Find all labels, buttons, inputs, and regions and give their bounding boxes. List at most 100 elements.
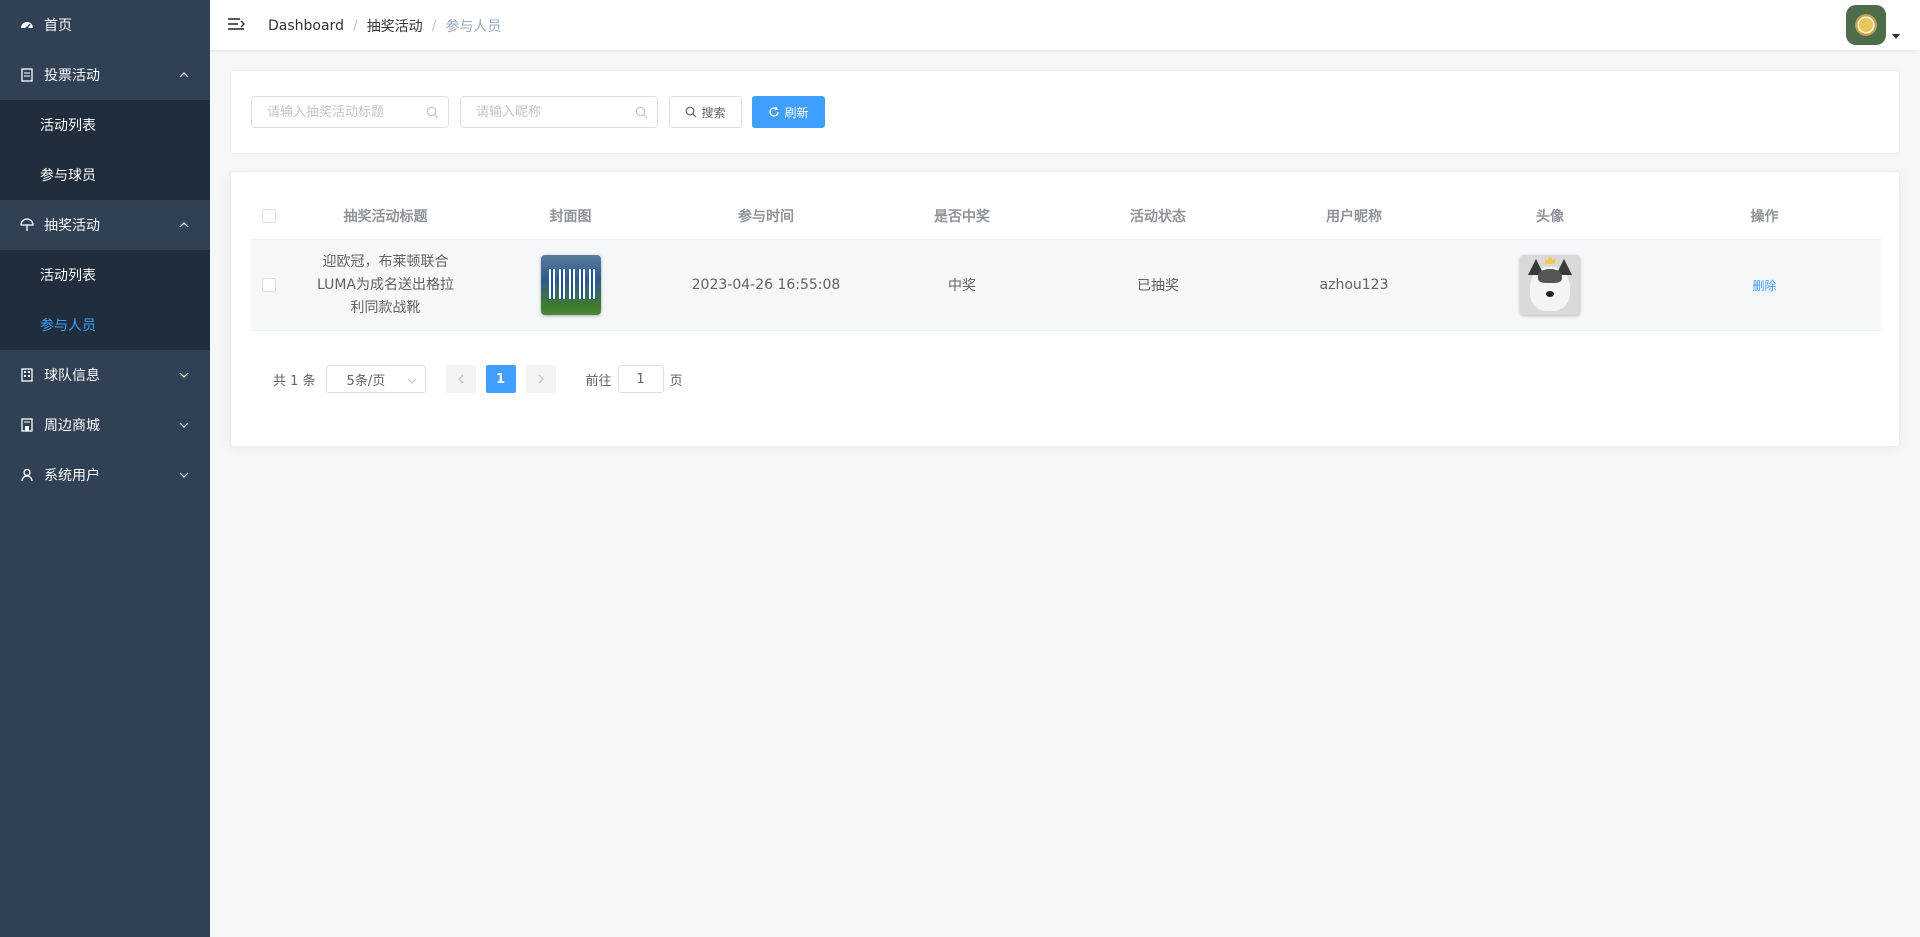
cover-cell (473, 255, 668, 315)
sidebar-item-label: 周边商城 (44, 418, 100, 434)
sidebar-item-label: 投票活动 (44, 68, 100, 84)
title-search-field (251, 96, 449, 128)
chevron-up-icon (178, 219, 190, 231)
sidebar-item-team[interactable]: 球队信息 (0, 350, 210, 400)
breadcrumb-separator: / (431, 18, 437, 34)
activity-status: 已抽奖 (1137, 278, 1179, 294)
sidebar-item-lottery-participants[interactable]: 参与人员 (0, 300, 210, 350)
chevron-down-icon (178, 369, 190, 381)
top-navbar: Dashboard / 抽奖活动 / 参与人员 (210, 0, 1920, 50)
sidebar-item-vote-players[interactable]: 参与球员 (0, 150, 210, 200)
column-header: 头像 (1536, 208, 1564, 225)
search-icon (426, 106, 439, 119)
sidebar-item-home[interactable]: 首页 (0, 0, 210, 50)
search-panel: 搜索 刷新 (230, 70, 1900, 154)
refresh-button[interactable]: 刷新 (752, 96, 825, 128)
search-icon (635, 106, 648, 119)
cover-image[interactable] (540, 255, 601, 315)
nickname-search-field (460, 96, 658, 128)
caret-down-icon (1892, 33, 1900, 39)
page-size-value: 5条/页 (346, 373, 386, 389)
select-all-checkbox[interactable] (262, 208, 276, 223)
breadcrumb-item-lottery[interactable]: 抽奖活动 (367, 16, 423, 36)
sidebar-item-vote-activities[interactable]: 活动列表 (0, 100, 210, 150)
breadcrumb-separator: / (352, 18, 358, 34)
table-panel: 抽奖活动标题 封面图 参与时间 是否中奖 活动状态 用户昵称 头像 操作 迎欧冠… (230, 171, 1900, 447)
breadcrumb-item-current: 参与人员 (445, 19, 502, 35)
avatar[interactable] (1846, 5, 1886, 45)
chevron-down-icon (178, 419, 190, 431)
sidebar-item-label: 抽奖活动 (44, 218, 100, 234)
sidebar-item-lottery-activities[interactable]: 活动列表 (0, 250, 210, 300)
breadcrumb-item-dashboard[interactable]: Dashboard (268, 18, 344, 34)
column-header: 参与时间 (738, 208, 794, 225)
hamburger-icon[interactable] (227, 16, 245, 34)
user-menu[interactable] (1846, 5, 1900, 45)
participants-table: 抽奖活动标题 封面图 参与时间 是否中奖 活动状态 用户昵称 头像 操作 迎欧冠… (251, 192, 1881, 331)
action-cell: 删除 (1648, 277, 1881, 294)
search-button[interactable]: 搜索 (669, 96, 742, 128)
user-icon (20, 468, 34, 482)
pagination: 共 1 条 5条/页 1 前往 页 (273, 365, 683, 393)
search-button-label: 搜索 (701, 105, 726, 120)
page-number-button[interactable]: 1 (485, 365, 516, 393)
refresh-icon (768, 106, 780, 118)
sidebar-item-shop[interactable]: 周边商城 (0, 400, 210, 450)
sidebar: 首页 投票活动 活动列表 参与球员 抽奖活动 活动列表 参与人员 球队信息 周边… (0, 0, 210, 937)
umbrella-icon (20, 218, 34, 232)
nickname-search-input[interactable] (476, 104, 629, 120)
pagination-total: 共 1 条 (273, 373, 316, 389)
chevron-right-icon (538, 374, 544, 384)
sidebar-item-label: 参与人员 (40, 318, 96, 334)
row-checkbox[interactable] (262, 278, 276, 292)
goto-prefix: 前往 (585, 373, 612, 389)
sidebar-item-users[interactable]: 系统用户 (0, 450, 210, 500)
sidebar-item-label: 球队信息 (44, 368, 100, 384)
sidebar-item-label: 参与球员 (40, 168, 96, 184)
shop-icon (20, 418, 34, 432)
page-size-select[interactable]: 5条/页 (325, 365, 426, 393)
activity-title: 迎欧冠，布莱顿联合LUMA为成名送出格拉利同款战靴 (316, 253, 454, 316)
goto-suffix: 页 (669, 373, 683, 389)
prev-page-button[interactable] (445, 365, 476, 393)
participate-time: 2023-04-26 16:55:08 (691, 277, 841, 293)
winner-status: 中奖 (948, 278, 976, 294)
user-nickname: azhou123 (1319, 277, 1389, 293)
building-icon (20, 368, 34, 382)
table-header: 抽奖活动标题 封面图 参与时间 是否中奖 活动状态 用户昵称 头像 操作 (251, 192, 1881, 240)
chevron-down-icon (407, 375, 417, 385)
sidebar-item-label: 系统用户 (44, 468, 100, 484)
page-jumper: 前往 页 (586, 365, 683, 393)
delete-button[interactable]: 删除 (1752, 277, 1776, 294)
refresh-button-label: 刷新 (784, 105, 809, 120)
column-header: 封面图 (549, 208, 592, 225)
sidebar-item-vote[interactable]: 投票活动 (0, 50, 210, 100)
table-row: 迎欧冠，布莱顿联合LUMA为成名送出格拉利同款战靴 2023-04-26 16:… (251, 240, 1881, 331)
submenu-vote: 活动列表 参与球员 (0, 100, 210, 200)
sidebar-item-lottery[interactable]: 抽奖活动 (0, 200, 210, 250)
column-header: 是否中奖 (934, 208, 990, 225)
chevron-down-icon (178, 469, 190, 481)
document-icon (20, 68, 34, 82)
sidebar-item-label: 活动列表 (40, 118, 96, 134)
submenu-lottery: 活动列表 参与人员 (0, 250, 210, 350)
row-select-cell (251, 278, 298, 292)
avatar-cell (1452, 255, 1648, 315)
breadcrumb: Dashboard / 抽奖活动 / 参与人员 (268, 16, 501, 36)
sidebar-item-label: 首页 (44, 18, 72, 34)
search-icon (685, 106, 697, 118)
column-header: 用户昵称 (1326, 208, 1382, 225)
title-cell: 迎欧冠，布莱顿联合LUMA为成名送出格拉利同款战靴 (298, 251, 473, 320)
column-header: 活动状态 (1130, 208, 1186, 225)
goto-page-input[interactable] (617, 365, 664, 393)
chevron-up-icon (178, 69, 190, 81)
header-select-cell (251, 208, 298, 223)
dashboard-icon (20, 18, 34, 32)
title-search-input[interactable] (267, 104, 420, 120)
chevron-left-icon (457, 374, 464, 384)
column-header: 操作 (1750, 208, 1779, 225)
column-header: 抽奖活动标题 (343, 208, 428, 225)
sidebar-item-label: 活动列表 (40, 268, 96, 284)
next-page-button[interactable] (525, 365, 556, 393)
user-avatar-image[interactable] (1520, 255, 1580, 315)
